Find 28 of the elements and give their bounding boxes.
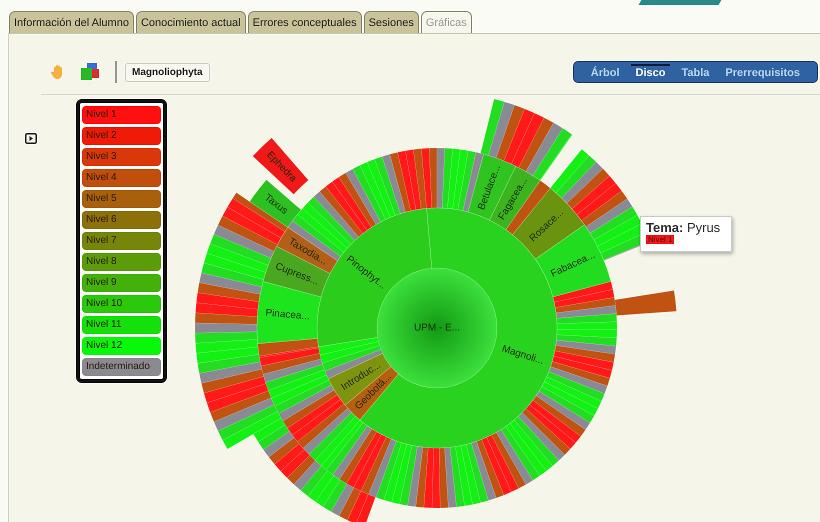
tooltip-title: Tema: Pyrus xyxy=(646,220,720,235)
view-tab[interactable]: Tabla xyxy=(676,64,714,80)
legend-item: Indeterminado xyxy=(82,358,161,376)
legend-item: Nivel 3 xyxy=(82,148,161,166)
tab[interactable]: Sesiones xyxy=(364,11,419,33)
tab[interactable]: Errores conceptuales xyxy=(248,11,362,33)
segment-label: Pinacea... xyxy=(264,308,310,322)
legend-item: Nivel 6 xyxy=(82,211,161,229)
legend-item: Nivel 10 xyxy=(82,295,161,313)
tab[interactable]: Conocimiento actual xyxy=(136,11,246,33)
legend-item: Nivel 7 xyxy=(82,232,161,250)
legend-item: Nivel 5 xyxy=(82,190,161,208)
legend-item: Nivel 12 xyxy=(82,337,161,355)
tab[interactable]: Información del Alumno xyxy=(9,11,134,33)
legend-item: Nivel 9 xyxy=(82,274,161,292)
legend-item: Nivel 1 xyxy=(82,106,161,124)
legend-item: Nivel 2 xyxy=(82,127,161,145)
segment-label: UPM - E... xyxy=(414,322,460,334)
legend-item: Nivel 4 xyxy=(82,169,161,187)
legend-item: Nivel 11 xyxy=(82,316,161,334)
breadcrumb-button[interactable]: Magnoliophyta xyxy=(125,62,210,82)
play-icon[interactable] xyxy=(25,133,37,144)
view-tab[interactable]: Disco xyxy=(630,64,670,80)
view-tab[interactable]: Prerrequisitos xyxy=(720,64,805,80)
level-badge: Nivel 1 xyxy=(646,235,674,244)
cubes-icon[interactable] xyxy=(79,62,101,82)
view-tab[interactable]: Árbol xyxy=(586,64,625,80)
legend-item: Nivel 8 xyxy=(82,253,161,271)
